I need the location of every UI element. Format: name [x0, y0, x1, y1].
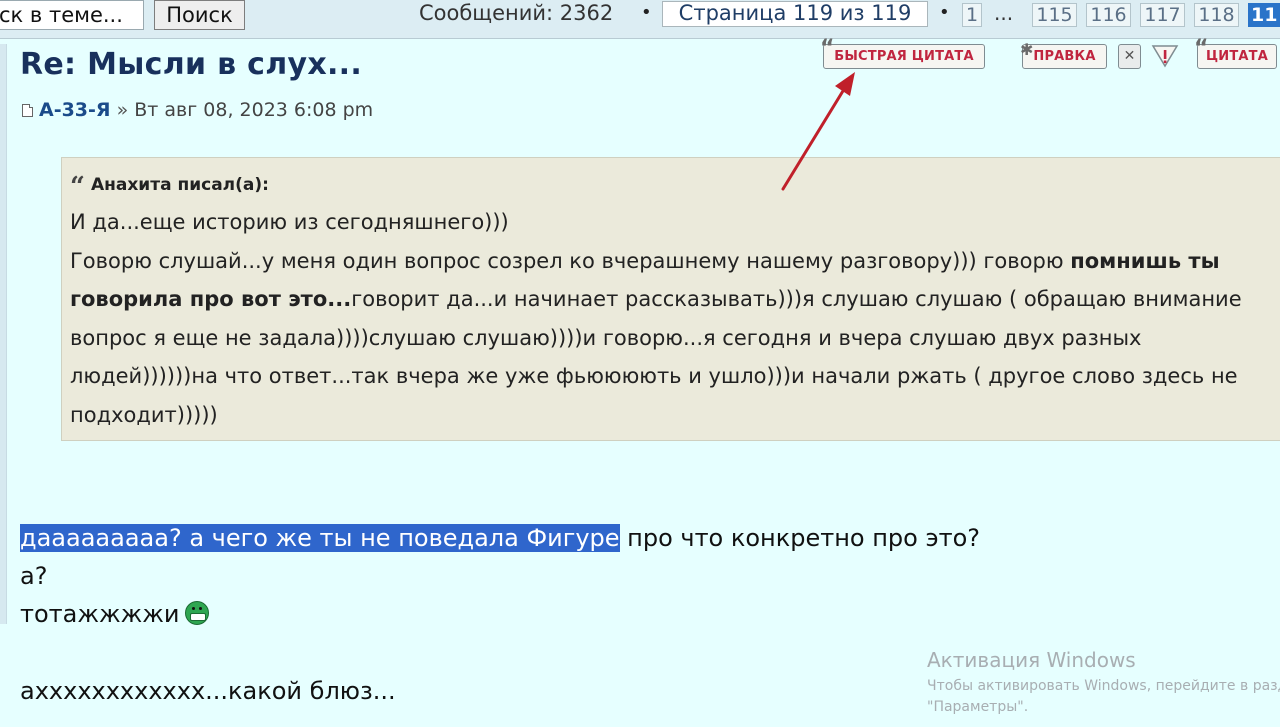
selected-text[interactable]: дааааааааа? а чего же ты не поведала Фиг…	[20, 524, 620, 552]
page-link[interactable]: 116	[1086, 3, 1131, 27]
page-link[interactable]: 115	[1032, 3, 1077, 27]
quote-author: “Анахита писал(а):	[70, 172, 269, 202]
windows-activation-text: Чтобы активировать Windows, перейдите в …	[927, 678, 1280, 715]
post-date: Вт авг 08, 2023 6:08 pm	[134, 99, 374, 121]
page-indicator[interactable]: Страница 119 из 119	[662, 1, 928, 27]
post-body-line: ахххххххххххх...какой блюз...	[20, 677, 396, 705]
page-ellipsis: ...	[994, 1, 1014, 25]
meta-separator: »	[116, 99, 129, 121]
grin-smiley-icon	[185, 601, 210, 625]
topic-toolbar: Поиск Сообщений: 2362 • Страница 119 из …	[0, 0, 1280, 39]
post-body-line: тотажжжжи	[20, 600, 210, 628]
bullet-separator: •	[939, 2, 950, 23]
page-link[interactable]: 117	[1140, 3, 1185, 27]
page-link[interactable]: 118	[1194, 3, 1239, 27]
page-current: 11	[1248, 3, 1280, 27]
post-document-icon[interactable]	[22, 104, 33, 117]
post-body-line: а?	[20, 562, 48, 590]
post-author[interactable]: А-33-Я	[39, 99, 111, 121]
quote-mark-icon: “	[1194, 36, 1209, 61]
quote-mark-icon: “	[820, 36, 835, 61]
page-link-first[interactable]: 1	[962, 3, 982, 27]
edit-star-icon: ✱	[1020, 40, 1034, 59]
search-input[interactable]	[0, 0, 144, 30]
post-left-border	[0, 44, 7, 624]
post-title[interactable]: Re: Мысли в слух...	[20, 47, 362, 82]
quote-paragraph: Говорю слушай...у меня один вопрос созре…	[70, 248, 1242, 427]
quote-line: И да...еще историю из сегодняшнего)))	[70, 210, 509, 234]
post-body-line: дааааааааа? а чего же ты не поведала Фиг…	[20, 524, 981, 552]
quote-button[interactable]: “ЦИТАТА	[1194, 37, 1277, 69]
quote-text: И да...еще историю из сегодняшнего))) Го…	[70, 203, 1270, 434]
edit-button[interactable]: ✱ ПРАВКА	[1020, 40, 1107, 69]
search-button[interactable]: Поиск	[154, 0, 245, 30]
windows-activation-title: Активация Windows	[927, 648, 1136, 672]
post-meta: А-33-Я » Вт авг 08, 2023 6:08 pm	[22, 99, 373, 121]
bullet-separator: •	[641, 2, 652, 23]
delete-x-icon[interactable]: ✕	[1118, 44, 1141, 69]
report-warning-icon[interactable]	[1150, 44, 1180, 69]
message-count: Сообщений: 2362	[419, 1, 614, 25]
quote-mark-icon: “	[70, 172, 85, 202]
quick-quote-button[interactable]: “БЫСТРАЯ ЦИТАТА	[820, 37, 985, 69]
